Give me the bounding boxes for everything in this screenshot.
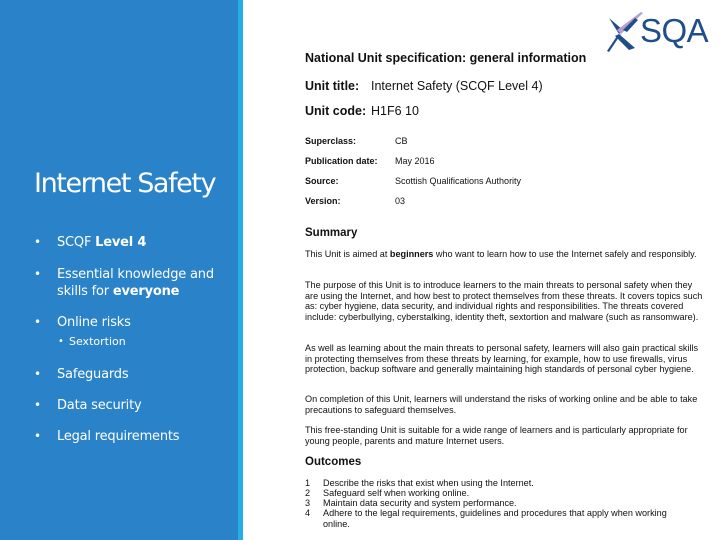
summary-paragraph: This Unit is aimed at beginners who want…: [305, 249, 697, 259]
outcome-number: 2: [305, 488, 311, 498]
meta-value: 03: [395, 196, 406, 206]
bullet-icon: •: [58, 336, 64, 347]
outcome-text: Maintain data security and system perfor…: [323, 498, 517, 508]
summary-paragraph: On completion of this Unit, learners wil…: [305, 394, 698, 415]
sub-bullet-text: Sextortion: [69, 335, 126, 348]
unit-title-value: Internet Safety (SCQF Level 4): [371, 79, 543, 93]
bullet-text: Data security: [57, 398, 142, 413]
outcome-number: 4: [305, 508, 311, 518]
outcome-text: Safeguard self when working online.: [323, 488, 470, 498]
bullet-emphasis: everyone: [112, 284, 180, 299]
bullet-icon: •: [34, 235, 41, 249]
meta-label: Version:: [305, 196, 341, 206]
summary-paragraph: The purpose of this Unit is to introduce…: [305, 280, 703, 322]
bullet-icon: •: [34, 429, 41, 443]
unit-title-label: Unit title:: [305, 79, 360, 93]
bullet-emphasis: Level 4: [95, 235, 147, 250]
meta-label: Source:: [305, 176, 339, 186]
outcome-number: 1: [305, 478, 311, 488]
sqa-cross-icon: [607, 12, 643, 52]
outcome-text: Describe the risks that exist when using…: [323, 478, 534, 488]
outcome-text: Adhere to the legal requirements, guidel…: [323, 508, 667, 529]
meta-label: Publication date:: [305, 156, 378, 166]
slide-title: Internet Safety: [34, 168, 217, 199]
bullet-icon: •: [34, 367, 41, 381]
outcomes-heading: Outcomes: [305, 456, 362, 468]
bullet-icon: •: [34, 267, 41, 281]
bullet-icon: •: [34, 315, 41, 329]
document-heading: National Unit specification: general inf…: [305, 51, 587, 65]
bullet-text: Legal requirements: [57, 429, 180, 444]
summary-paragraph: As well as learning about the main threa…: [305, 343, 699, 375]
bullet-text: SCQF: [57, 235, 96, 250]
unit-code-label: Unit code:: [305, 104, 367, 118]
meta-label: Superclass:: [305, 136, 357, 146]
sqa-logo: SQA: [605, 8, 717, 56]
unit-code-value: H1F6 10: [371, 104, 419, 118]
bullet-text: Safeguards: [57, 367, 129, 382]
meta-value: May 2016: [395, 156, 435, 166]
accent-stripe: [238, 0, 243, 540]
summary-heading: Summary: [305, 227, 358, 239]
bullet-icon: •: [34, 398, 41, 412]
meta-value: CB: [395, 136, 408, 146]
outcome-number: 3: [305, 498, 311, 508]
sqa-logo-text: SQA: [640, 12, 709, 49]
meta-value: Scottish Qualifications Authority: [395, 176, 522, 186]
summary-paragraph: This free-standing Unit is suitable for …: [305, 425, 688, 446]
bullet-text: Online risks: [57, 315, 131, 330]
